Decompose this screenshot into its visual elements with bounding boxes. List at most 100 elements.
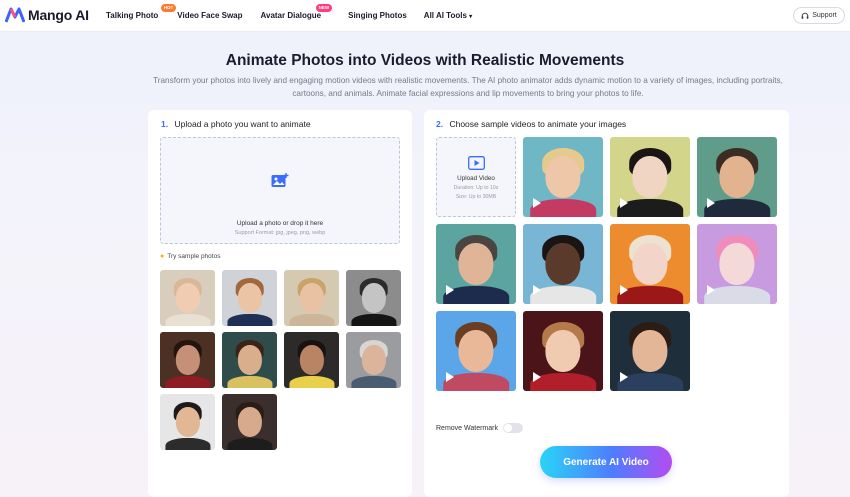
nav-avatar-dialogue[interactable]: Avatar Dialogue NEW [261, 4, 333, 20]
sample-photo-woman[interactable] [284, 270, 339, 326]
play-icon [707, 198, 715, 208]
sample-video-asian-woman[interactable] [610, 137, 690, 217]
hot-badge: HOT [160, 4, 177, 12]
thumbnail-clothing [226, 437, 273, 450]
play-icon [620, 372, 628, 382]
generate-ai-video-button[interactable]: Generate AI Video [540, 446, 672, 478]
new-badge: NEW [315, 4, 333, 12]
sample-photo-family-2[interactable] [160, 394, 215, 450]
thumbnail-face [458, 330, 494, 372]
sample-photo-family[interactable] [346, 332, 401, 388]
step-1-label: Upload a photo you want to animate [174, 119, 311, 129]
lightbulb-icon: ● [160, 253, 165, 260]
thumbnail-clothing [164, 437, 211, 450]
sample-photo-couple-2[interactable] [222, 332, 277, 388]
page-subtitle: Transform your photos into lively and en… [153, 76, 783, 98]
upload-formats-text: Support Format: jpg, jpeg, png, webp [234, 230, 326, 236]
image-upload-icon [271, 173, 289, 187]
nav-singing-photos[interactable]: Singing Photos [348, 11, 407, 20]
thumbnail-clothing [350, 313, 397, 326]
sample-video-winter-man[interactable] [610, 311, 690, 391]
step-1-title: 1. Upload a photo you want to animate [161, 119, 311, 129]
remove-watermark-row: Remove Watermark [436, 423, 523, 433]
thumbnail-face [175, 407, 200, 437]
thumbnail-face [237, 407, 262, 437]
support-button[interactable]: Support [793, 7, 845, 24]
thumbnail-clothing [350, 375, 397, 388]
thumbnail-face [175, 283, 200, 313]
video-upload-icon [468, 156, 485, 170]
thumbnail-face [458, 243, 494, 285]
play-icon [533, 285, 541, 295]
sample-video-cartoon-man[interactable] [436, 311, 516, 391]
sample-photo-man-bw[interactable] [346, 270, 401, 326]
play-icon [620, 285, 628, 295]
photo-upload-dropzone[interactable]: Upload a photo or drop it here Support F… [160, 137, 400, 244]
sample-video-christmas-girl[interactable] [523, 311, 603, 391]
play-icon [446, 372, 454, 382]
nav-all-ai-tools-label: All AI Tools [423, 11, 467, 20]
thumbnail-clothing [164, 375, 211, 388]
main-nav: Talking Photo HOT Video Face Swap Avatar… [106, 4, 472, 20]
generate-button-label: Generate AI Video [563, 456, 649, 468]
sample-videos-panel: 2. Choose sample videos to animate your … [424, 110, 789, 497]
thumbnail-face [545, 243, 581, 285]
sample-video-android-woman[interactable] [697, 224, 777, 304]
toggle-knob [503, 424, 512, 432]
remove-watermark-toggle[interactable] [502, 423, 523, 433]
headset-icon [801, 12, 809, 19]
thumbnail-face [545, 330, 581, 372]
top-navigation-bar: Mango AI Talking Photo HOT Video Face Sw… [0, 0, 850, 32]
upload-video-label: Upload Video [457, 175, 495, 182]
sample-video-old-man[interactable] [436, 224, 516, 304]
step-1-number: 1. [161, 119, 169, 129]
play-icon [533, 198, 541, 208]
sample-video-young-man[interactable] [523, 224, 603, 304]
thumbnail-face [237, 283, 262, 313]
thumbnail-face [719, 156, 755, 198]
mango-logo-icon [5, 7, 25, 23]
sample-photo-collage[interactable] [222, 394, 277, 450]
thumbnail-clothing [164, 313, 211, 326]
sample-video-vampire-woman[interactable] [610, 224, 690, 304]
brand-name: Mango AI [28, 7, 89, 23]
brand-logo[interactable]: Mango AI [5, 7, 89, 23]
thumbnail-face [361, 345, 386, 375]
play-icon [533, 372, 541, 382]
step-2-label: Choose sample videos to animate your ima… [449, 119, 627, 129]
try-sample-photos: ● Try sample photos [160, 253, 220, 260]
thumbnail-clothing [288, 313, 335, 326]
nav-talking-photo-label: Talking Photo [106, 11, 159, 20]
sample-video-man-suit[interactable] [697, 137, 777, 217]
sample-photo-group[interactable] [284, 332, 339, 388]
nav-all-ai-tools[interactable]: All AI Tools ▾ [424, 11, 472, 20]
step-2-number: 2. [436, 119, 444, 129]
sample-video-blonde-woman[interactable] [523, 137, 603, 217]
upload-video-size: Size: Up to 30MB [455, 194, 497, 200]
nav-video-face-swap[interactable]: Video Face Swap [177, 11, 242, 20]
thumbnail-clothing [226, 375, 273, 388]
thumbnail-face [175, 345, 200, 375]
thumbnail-face [299, 345, 324, 375]
sample-photo-couple[interactable] [160, 332, 215, 388]
nav-talking-photo[interactable]: Talking Photo HOT [106, 4, 177, 20]
nav-video-face-swap-label: Video Face Swap [177, 11, 243, 20]
chevron-down-icon: ▾ [469, 14, 473, 20]
sample-photo-boy[interactable] [222, 270, 277, 326]
play-icon [707, 285, 715, 295]
try-sample-label: Try sample photos [167, 253, 221, 260]
upload-video-tile[interactable]: Upload Video Duration: Up to 10s Size: U… [436, 137, 516, 217]
thumbnail-clothing [226, 313, 273, 326]
thumbnail-face [632, 156, 668, 198]
page-title: Animate Photos into Videos with Realisti… [225, 52, 625, 69]
play-icon [620, 198, 628, 208]
thumbnail-face [719, 243, 755, 285]
support-label: Support [812, 12, 837, 19]
upload-video-duration: Duration: Up to 10s [453, 185, 499, 191]
thumbnail-face [545, 156, 581, 198]
thumbnail-face [299, 283, 324, 313]
thumbnail-face [632, 330, 668, 372]
upload-photo-text: Upload a photo or drop it here [236, 220, 324, 227]
thumbnail-face [237, 345, 262, 375]
sample-photo-baby[interactable] [160, 270, 215, 326]
